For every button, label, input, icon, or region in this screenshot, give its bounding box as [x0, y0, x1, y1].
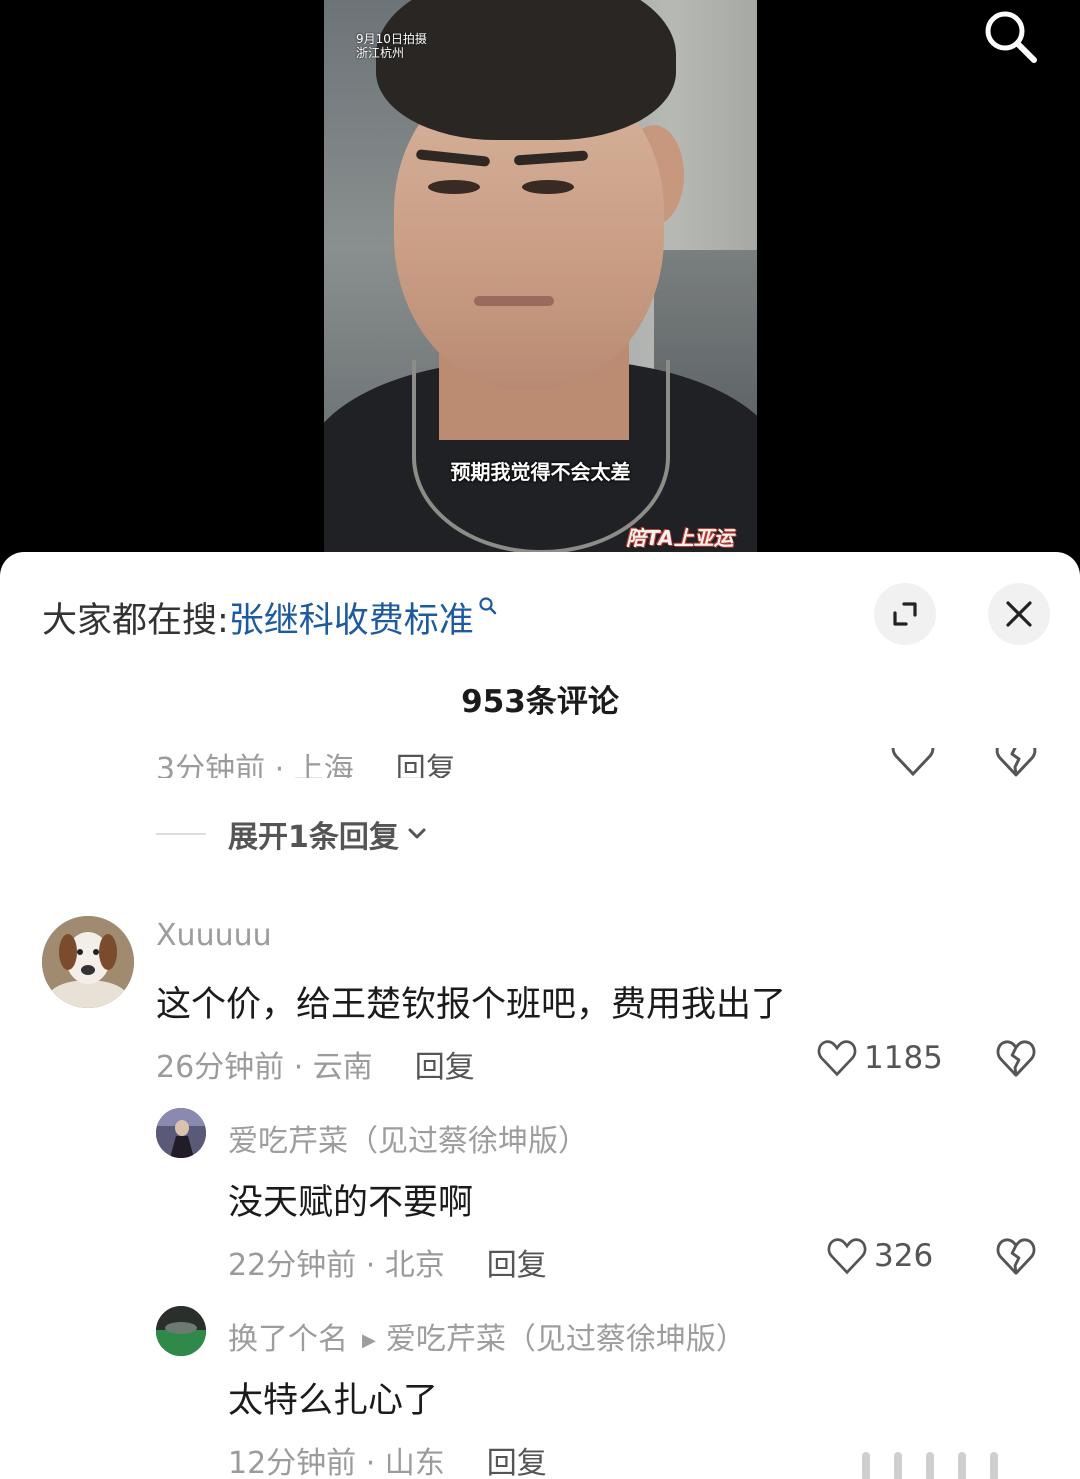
- avatar[interactable]: [156, 1108, 206, 1158]
- like-button[interactable]: 326: [826, 1236, 933, 1276]
- user-avatar-image: [156, 1306, 206, 1356]
- close-icon: [1006, 601, 1032, 627]
- reply-to-arrow-icon: ▶: [362, 1330, 376, 1351]
- collapse-sheet-button[interactable]: [874, 583, 936, 645]
- trending-search-query[interactable]: 张继科收费标准: [229, 601, 474, 641]
- expand-replies-label[interactable]: 展开1条回复: [228, 812, 399, 856]
- video-logo: 陪TA上亚运: [626, 526, 734, 550]
- dog-avatar-image: [42, 916, 134, 1008]
- broken-heart-icon: [995, 748, 1037, 777]
- reply-button[interactable]: 回复: [396, 752, 456, 778]
- like-count: 1185: [864, 1040, 943, 1076]
- reply-button[interactable]: 回复: [487, 1248, 547, 1283]
- video-stamp-date: 9月10日拍摄: [356, 32, 427, 46]
- trending-search-bar: 大家都在搜:张继科收费标准: [42, 592, 498, 643]
- avatar[interactable]: [156, 1306, 206, 1356]
- broken-heart-icon[interactable]: [994, 1236, 1038, 1278]
- like-count: 326: [874, 1238, 934, 1274]
- broken-heart-icon[interactable]: [994, 1038, 1038, 1080]
- comment-meta-partial: 3分钟前 · 上海 回复: [156, 748, 456, 778]
- like-button[interactable]: 1185: [816, 1038, 943, 1078]
- person-mouth: [474, 296, 554, 306]
- reply-time-location: 12分钟前 · 山东: [228, 1446, 445, 1479]
- search-button[interactable]: [980, 6, 1042, 68]
- reply-meta: 12分钟前 · 山东 回复: [228, 1438, 547, 1479]
- watermark-bar: [894, 1452, 902, 1479]
- chevron-down-icon: [408, 828, 426, 839]
- divider-line: [156, 833, 206, 835]
- comment-sheet: 大家都在搜:张继科收费标准 953条评论 3分钟前 · 上海回复 展开1条回复: [0, 552, 1080, 1479]
- trending-search-prefix: 大家都在搜:: [42, 601, 229, 641]
- reply-to-username[interactable]: 爱吃芹菜（见过蔡徐坤版）: [386, 1322, 746, 1357]
- watermark-bar: [926, 1452, 934, 1479]
- comment-text: 这个价，给王楚钦报个班吧，费用我出了: [156, 985, 787, 1025]
- reply-meta: 22分钟前 · 北京 回复: [228, 1240, 547, 1284]
- reply-button[interactable]: 回复: [415, 1050, 475, 1085]
- reply-text: 太特么扎心了: [228, 1381, 439, 1421]
- watermark-bar: [990, 1452, 998, 1479]
- reply-username[interactable]: 爱吃芹菜（见过蔡徐坤版）: [228, 1116, 588, 1160]
- reply-button[interactable]: 回复: [487, 1446, 547, 1479]
- avatar[interactable]: [42, 916, 134, 1008]
- video-frame[interactable]: 9月10日拍摄 浙江杭州 预期我觉得不会太差 陪TA上亚运: [324, 0, 757, 552]
- video-stamp-location: 浙江杭州: [356, 46, 405, 60]
- search-icon: [985, 11, 1037, 63]
- comment-time-location: 26分钟前 · 云南: [156, 1050, 373, 1085]
- person-eye: [522, 180, 574, 194]
- video-caption: 预期我觉得不会太差: [450, 460, 631, 484]
- trending-search-link[interactable]: 张继科收费标准: [229, 597, 498, 641]
- reply-time-location: 22分钟前 · 北京: [228, 1248, 445, 1283]
- comment-meta: 26分钟前 · 云南 回复: [156, 1042, 475, 1086]
- dislike-button[interactable]: [994, 748, 1038, 780]
- reply-username-line: 换了个名 ▶ 爱吃芹菜（见过蔡徐坤版）: [228, 1314, 746, 1358]
- collapse-icon: [893, 602, 917, 626]
- person-hair: [376, 0, 676, 140]
- video-player[interactable]: 9月10日拍摄 浙江杭州 预期我觉得不会太差 陪TA上亚运: [0, 0, 1080, 552]
- like-button[interactable]: [890, 748, 936, 780]
- comment-count-title: 953条评论: [461, 684, 619, 720]
- comment-username[interactable]: Xuuuuu: [156, 918, 272, 953]
- watermark-bars: [862, 1452, 1068, 1479]
- reply-text: 没天赋的不要啊: [228, 1183, 474, 1223]
- watermark-bar: [862, 1452, 870, 1479]
- search-icon[interactable]: [478, 596, 498, 616]
- watermark-bar: [958, 1452, 966, 1479]
- heart-icon: [817, 1040, 857, 1077]
- video-stamp: 9月10日拍摄 浙江杭州: [356, 32, 427, 60]
- user-avatar-image: [156, 1108, 206, 1158]
- person-eye: [428, 180, 480, 194]
- comment-time-location: 3分钟前 · 上海: [156, 752, 354, 778]
- reply-username[interactable]: 换了个名: [228, 1322, 348, 1357]
- close-sheet-button[interactable]: [988, 583, 1050, 645]
- expand-replies-button[interactable]: 展开1条回复: [156, 812, 427, 856]
- heart-icon: [891, 748, 935, 777]
- heart-icon: [827, 1238, 867, 1275]
